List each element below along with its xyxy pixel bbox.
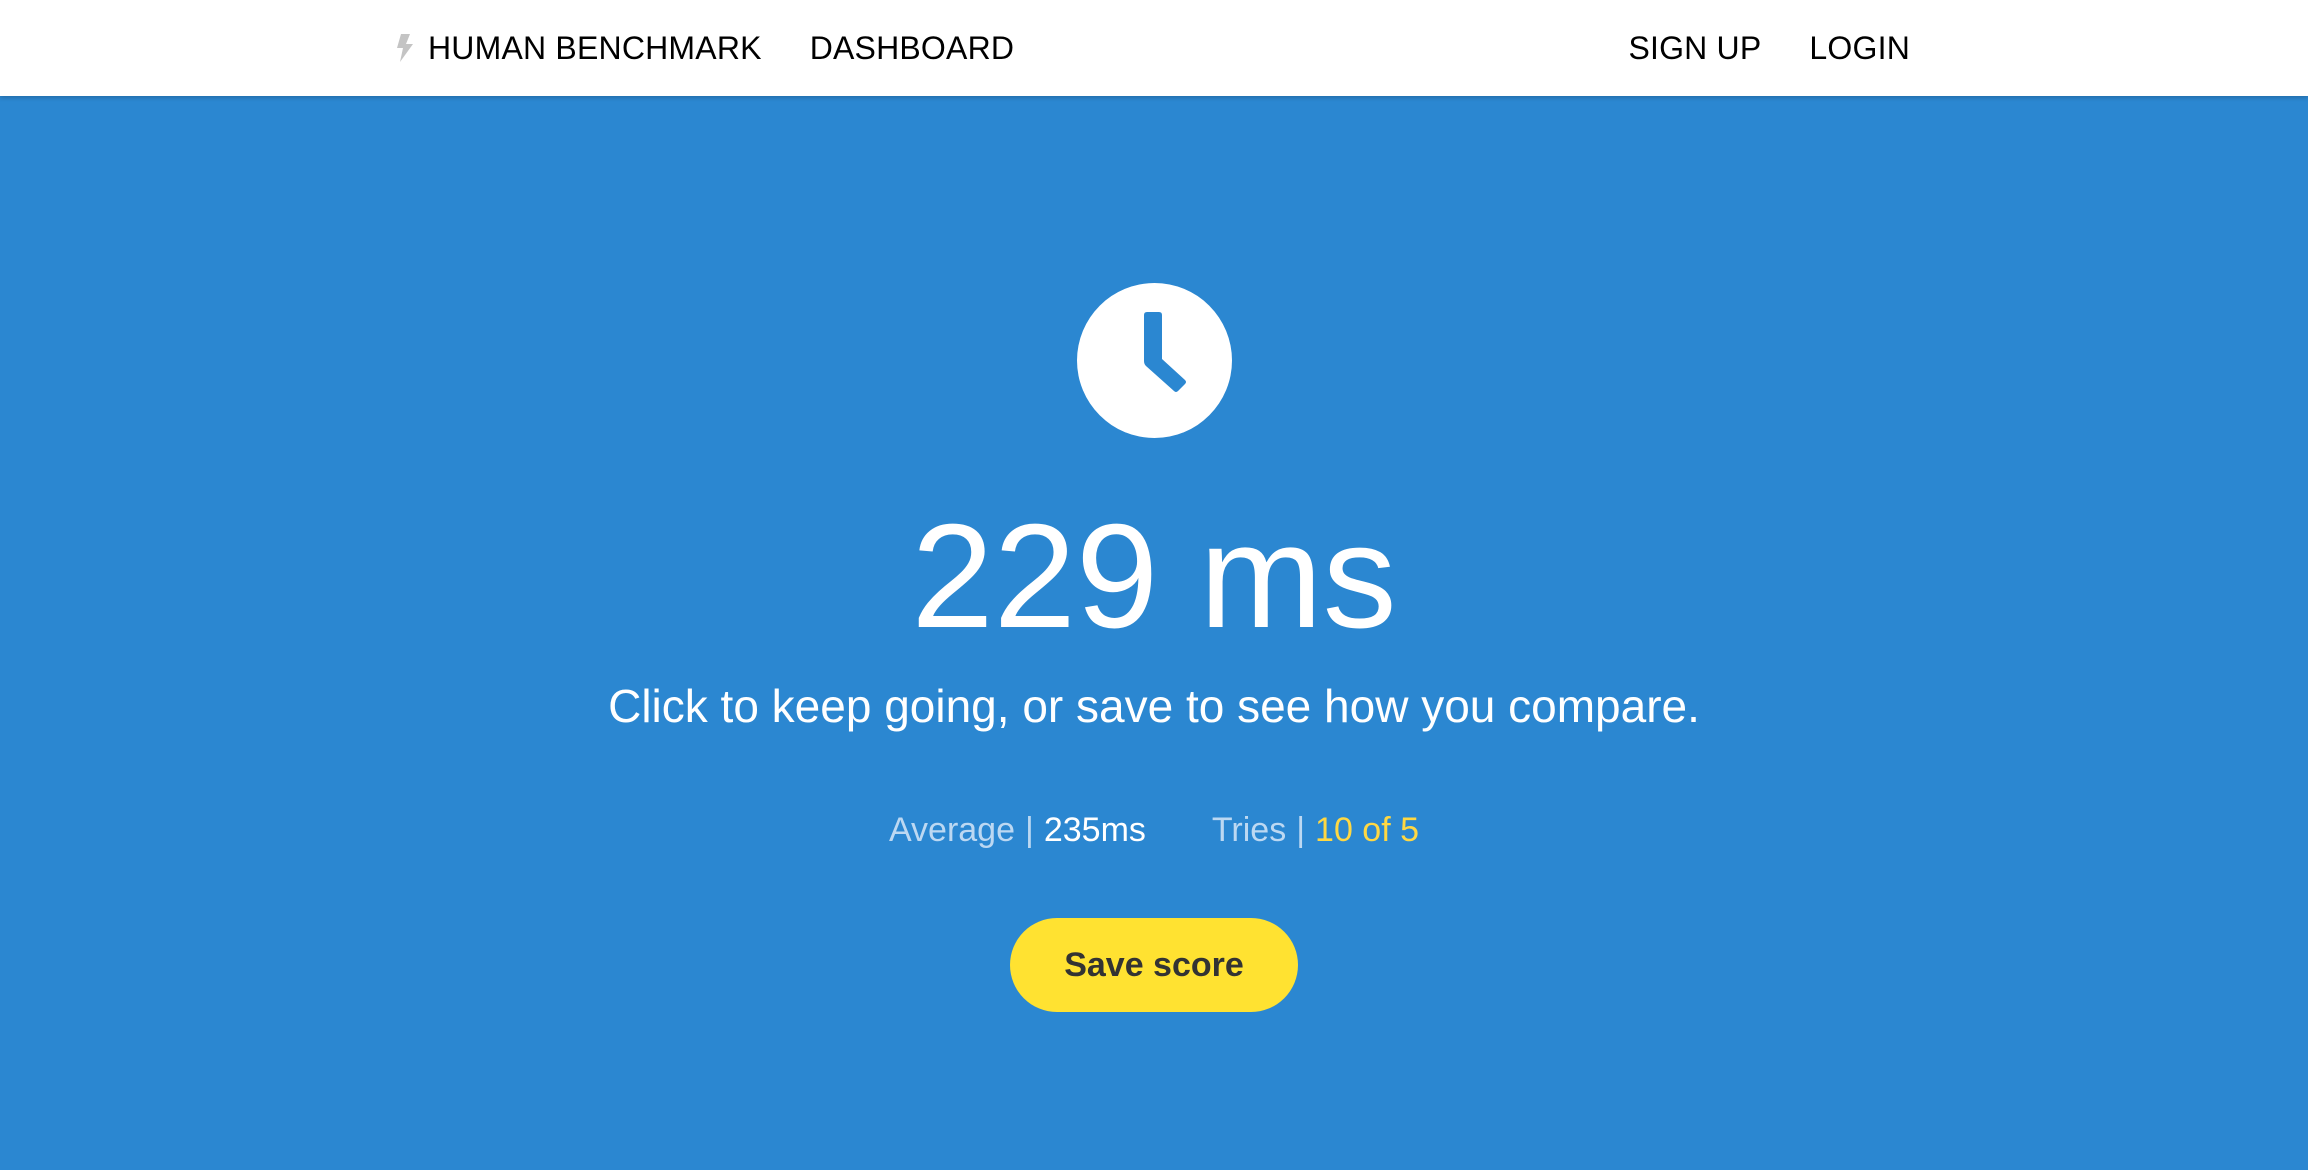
average-stat: Average | 235ms [889,808,1146,852]
average-separator: | [1025,811,1034,849]
tries-label: Tries [1211,811,1287,849]
nav-right-group: SIGN UP LOGIN [1628,0,1910,96]
tries-separator: | [1296,811,1306,849]
clock-icon [1077,283,1232,438]
save-score-button[interactable]: Save score [1010,918,1298,1012]
brand-label: HUMAN BENCHMARK [428,29,762,66]
stats-row: Average | 235ms Tries | 10 of 5 [0,808,2308,852]
reaction-time-result: 229 ms [911,494,1397,659]
signup-link[interactable]: SIGN UP [1628,0,1761,96]
login-link[interactable]: LOGIN [1809,0,1910,96]
tries-value: 10 of 5 [1315,811,1420,849]
top-navbar: HUMAN BENCHMARK DASHBOARD SIGN UP LOGIN [0,0,2308,96]
brand-link[interactable]: HUMAN BENCHMARK [394,0,762,96]
nav-left-group: HUMAN BENCHMARK DASHBOARD [394,0,1014,96]
instruction-text: Click to keep going, or save to see how … [608,680,1700,732]
navbar-container: HUMAN BENCHMARK DASHBOARD SIGN UP LOGIN [394,0,1910,96]
lightning-bolt-icon [394,32,416,64]
tries-stat: Tries | 10 of 5 [1212,808,1419,852]
average-label: Average [888,811,1015,849]
average-value: 235ms [1043,811,1146,849]
reaction-test-area[interactable]: 229 ms Click to keep going, or save to s… [0,96,2308,1170]
dashboard-link[interactable]: DASHBOARD [810,0,1015,96]
